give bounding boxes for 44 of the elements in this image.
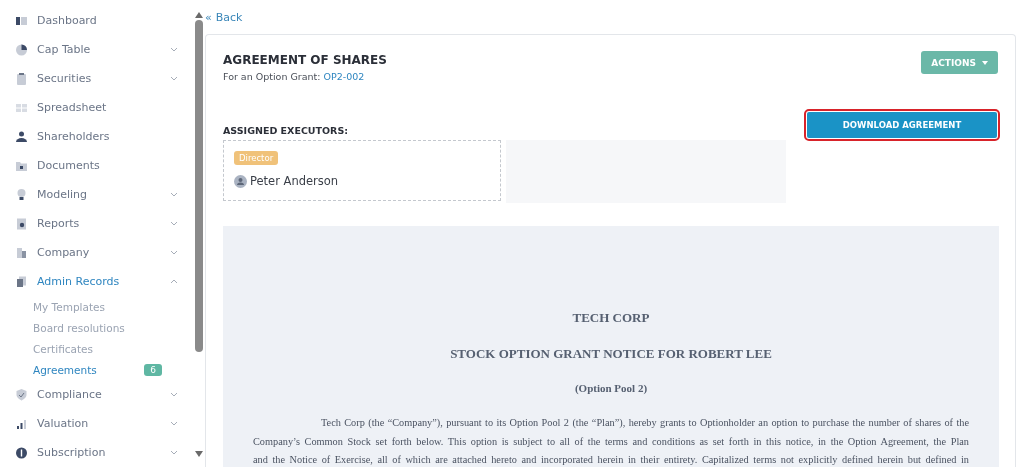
count-badge: 6 — [144, 363, 162, 376]
submenu-item[interactable]: My Templates — [0, 296, 192, 317]
sidebar-item[interactable]: Admin Records — [0, 267, 192, 296]
report-icon — [15, 216, 28, 231]
coin-icon — [15, 445, 28, 460]
pie-chart-icon — [15, 42, 28, 57]
sidebar-item[interactable]: Documents — [0, 151, 192, 180]
person-icon — [15, 129, 28, 144]
download-button[interactable]: DOWNLOAD AGREEMENT — [807, 112, 997, 138]
sidebar-item[interactable]: Shareholders — [0, 122, 192, 151]
avatar-icon — [234, 174, 247, 188]
sidebar-item[interactable]: Spreadsheet — [0, 93, 192, 122]
sidebar-item[interactable]: Dashboard — [0, 6, 192, 35]
shield-icon — [15, 387, 28, 402]
grant-subtitle: For an Option Grant: OP2-002 — [223, 71, 366, 82]
sidebar-item[interactable]: Modeling — [0, 180, 192, 209]
scrollbar-thumb[interactable] — [194, 20, 203, 352]
sidebar-item[interactable]: Reports — [0, 209, 192, 238]
scroll-down-icon[interactable] — [194, 451, 203, 457]
submenu-item[interactable]: Certificates — [0, 338, 192, 359]
submenu-item[interactable]: Agreements 6 — [0, 359, 192, 380]
caret-icon — [982, 60, 988, 65]
document-company: TECH CORP — [572, 310, 650, 326]
back-link[interactable]: « Back — [205, 0, 243, 34]
executor-name: Peter Anderson — [250, 174, 339, 188]
sidebar-item[interactable]: Valuation — [0, 409, 192, 438]
sidebar-item[interactable]: Subscription — [0, 438, 192, 467]
lightbulb-icon — [15, 187, 28, 202]
files-icon — [15, 274, 28, 289]
submenu-item[interactable]: Board resolutions — [0, 317, 192, 338]
document-paragraph: Tech Corp (the “Company”), pursuant to its Option Pool 2 (the “Plan”), hereby grants to Optionholder an option to purchase the number of shares of the Company’s Common Stock set forth below. This option is subject to all of the terms and conditions as set forth in this notice, in the Option Agreement, the Plan and the Notice of Exercise, all of which are attached hereto and incorporated herein in their entirety. Capitalized terms not explicitly defined herein but defined in — [253, 416, 969, 467]
executors-label: ASSIGNED EXECUTORS: — [223, 125, 349, 136]
role-tag: Director — [234, 151, 279, 165]
grant-link[interactable]: OP2-002 — [323, 71, 365, 82]
sidebar-item[interactable]: Compliance — [0, 380, 192, 409]
sidebar-item[interactable]: Securities — [0, 64, 192, 93]
page-title: AGREEMENT OF SHARES — [223, 53, 387, 67]
scroll-up-icon[interactable] — [194, 12, 203, 18]
clipboard-icon — [15, 71, 28, 86]
sidebar-item[interactable]: Cap Table — [0, 35, 192, 64]
document-heading: STOCK OPTION GRANT NOTICE FOR ROBERT LEE — [450, 346, 772, 362]
document-subheading: (Option Pool 2) — [574, 382, 648, 394]
building-icon — [15, 245, 28, 260]
sidebar-item[interactable]: Company — [0, 238, 192, 267]
